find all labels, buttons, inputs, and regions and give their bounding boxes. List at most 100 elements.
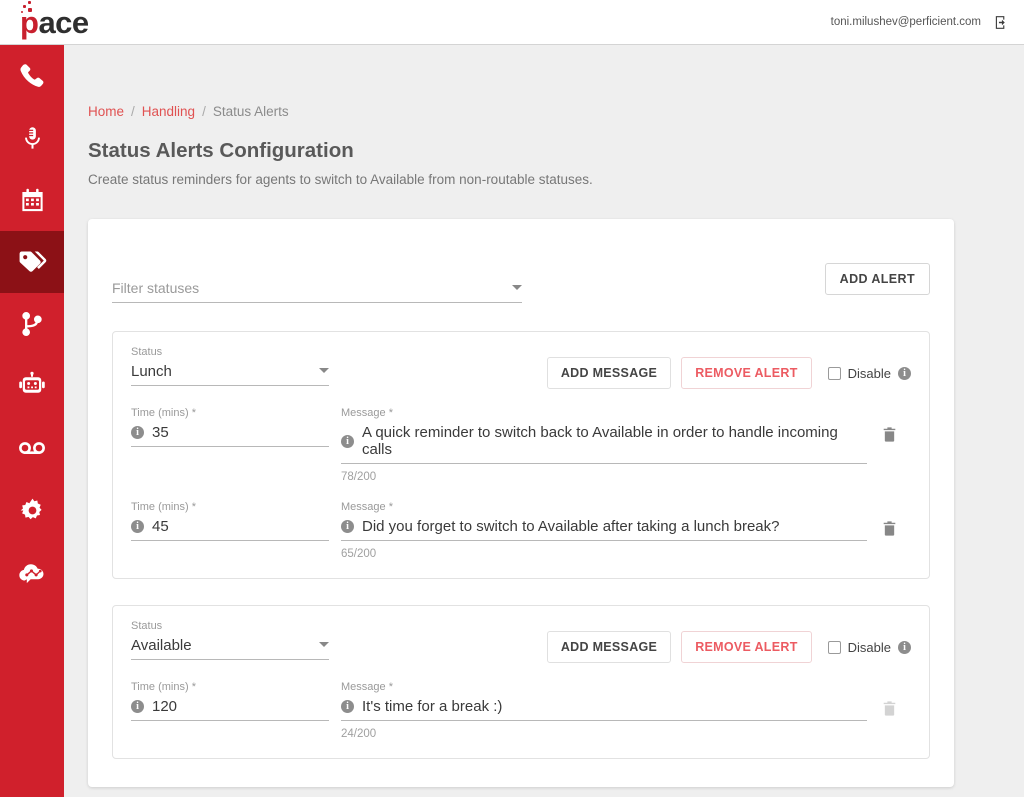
breadcrumb-separator: / (202, 104, 206, 119)
panel-toolbar: Filter statuses ADD ALERT (88, 219, 954, 303)
time-value: 35 (152, 424, 169, 441)
message-input[interactable]: i It's time for a break :) (341, 698, 867, 721)
info-icon[interactable]: i (131, 520, 144, 533)
sidebar-item-routing[interactable] (0, 293, 64, 355)
main-content: Home / Handling / Status Alerts Status A… (64, 45, 1024, 797)
chevron-down-icon (319, 642, 329, 647)
alert-card-actions: ADD MESSAGE REMOVE ALERT Disable i (547, 620, 911, 663)
remove-alert-button[interactable]: REMOVE ALERT (681, 631, 811, 663)
page-title: Status Alerts Configuration (88, 139, 1024, 163)
time-label: Time (mins) * (131, 501, 329, 513)
filter-statuses-placeholder: Filter statuses (112, 280, 512, 296)
character-counter: 78/200 (341, 471, 867, 483)
voicemail-icon (17, 433, 47, 463)
calendar-icon (19, 187, 46, 214)
time-input[interactable]: i 35 (131, 424, 329, 447)
disable-toggle[interactable]: Disable i (828, 366, 911, 381)
sidebar-item-cloud-analytics[interactable] (0, 541, 64, 603)
message-input[interactable]: i Did you forget to switch to Available … (341, 518, 867, 541)
message-row: Time (mins) * i 35 Message * i A quick r… (131, 407, 911, 483)
info-icon[interactable]: i (131, 426, 144, 439)
routing-branch-icon (18, 310, 46, 338)
time-value: 45 (152, 518, 169, 535)
delete-message-cell (867, 501, 911, 543)
status-value: Lunch (131, 363, 319, 380)
status-field: Status Lunch (131, 346, 329, 386)
logout-icon[interactable] (993, 14, 1010, 31)
breadcrumb-item-status-alerts: Status Alerts (213, 104, 289, 119)
breadcrumb: Home / Handling / Status Alerts (88, 104, 1024, 119)
disable-checkbox[interactable] (828, 367, 841, 380)
message-field: Message * i It's time for a break :) 24/… (341, 681, 867, 740)
add-message-button[interactable]: ADD MESSAGE (547, 357, 671, 389)
cloud-analytics-icon (16, 556, 48, 588)
add-message-button[interactable]: ADD MESSAGE (547, 631, 671, 663)
disable-checkbox[interactable] (828, 641, 841, 654)
tags-icon (16, 246, 49, 279)
trash-icon[interactable] (881, 519, 898, 543)
disable-toggle[interactable]: Disable i (828, 640, 911, 655)
time-label: Time (mins) * (131, 407, 329, 419)
sidebar-item-microphone[interactable] (0, 107, 64, 169)
info-icon[interactable]: i (341, 435, 354, 448)
status-label: Status (131, 620, 329, 632)
delete-message-cell (867, 407, 911, 449)
status-select[interactable]: Available (131, 637, 329, 660)
time-label: Time (mins) * (131, 681, 329, 693)
message-row: Time (mins) * i 120 Message * i It's tim… (131, 681, 911, 740)
message-label: Message * (341, 501, 867, 513)
sidebar-item-bot[interactable] (0, 355, 64, 417)
status-value: Available (131, 637, 319, 654)
alert-card-header: Status Available ADD MESSAGE REMOVE ALER… (131, 620, 911, 663)
breadcrumb-item-home[interactable]: Home (88, 104, 124, 119)
message-value: Did you forget to switch to Available af… (362, 518, 779, 535)
time-input[interactable]: i 45 (131, 518, 329, 541)
breadcrumb-separator: / (131, 104, 135, 119)
info-icon[interactable]: i (898, 367, 911, 380)
sidebar-item-settings[interactable] (0, 479, 64, 541)
time-input[interactable]: i 120 (131, 698, 329, 721)
disable-label: Disable (848, 640, 891, 655)
app-logo: pace (20, 7, 89, 38)
chevron-down-icon (512, 285, 522, 290)
info-icon[interactable]: i (131, 700, 144, 713)
filter-statuses-select[interactable]: Filter statuses (112, 280, 522, 303)
logo-ace: ace (38, 7, 88, 38)
time-field: Time (mins) * i 120 (131, 681, 329, 721)
message-input[interactable]: i A quick reminder to switch back to Ava… (341, 424, 867, 464)
chevron-down-icon (319, 368, 329, 373)
message-row: Time (mins) * i 45 Message * i Did you f… (131, 501, 911, 560)
user-email: toni.milushev@perficient.com (831, 16, 981, 28)
time-value: 120 (152, 698, 177, 715)
sidebar-item-tags[interactable] (0, 231, 64, 293)
status-alerts-panel: Filter statuses ADD ALERT Status Lunch (88, 219, 954, 787)
alert-list: Status Lunch ADD MESSAGE REMOVE ALERT Di… (88, 331, 954, 759)
status-label: Status (131, 346, 329, 358)
remove-alert-button[interactable]: REMOVE ALERT (681, 357, 811, 389)
status-select[interactable]: Lunch (131, 363, 329, 386)
page-subtitle: Create status reminders for agents to sw… (88, 172, 1024, 187)
breadcrumb-item-handling[interactable]: Handling (142, 104, 195, 119)
trash-icon[interactable] (881, 425, 898, 449)
sidebar (0, 45, 64, 797)
disable-label: Disable (848, 366, 891, 381)
sidebar-item-voicemail[interactable] (0, 417, 64, 479)
robot-icon (17, 371, 47, 401)
sidebar-item-phone[interactable] (0, 45, 64, 107)
time-field: Time (mins) * i 35 (131, 407, 329, 447)
app-header: pace toni.milushev@perficient.com (0, 0, 1024, 45)
alert-card: Status Available ADD MESSAGE REMOVE ALER… (112, 605, 930, 759)
info-icon[interactable]: i (341, 700, 354, 713)
alert-card: Status Lunch ADD MESSAGE REMOVE ALERT Di… (112, 331, 930, 579)
info-icon[interactable]: i (341, 520, 354, 533)
trash-icon (881, 699, 898, 723)
message-label: Message * (341, 681, 867, 693)
character-counter: 24/200 (341, 728, 867, 740)
message-label: Message * (341, 407, 867, 419)
microphone-icon (19, 125, 46, 152)
sidebar-item-calendar[interactable] (0, 169, 64, 231)
logo-dots-icon (21, 1, 35, 15)
time-field: Time (mins) * i 45 (131, 501, 329, 541)
add-alert-button[interactable]: ADD ALERT (825, 263, 930, 295)
info-icon[interactable]: i (898, 641, 911, 654)
